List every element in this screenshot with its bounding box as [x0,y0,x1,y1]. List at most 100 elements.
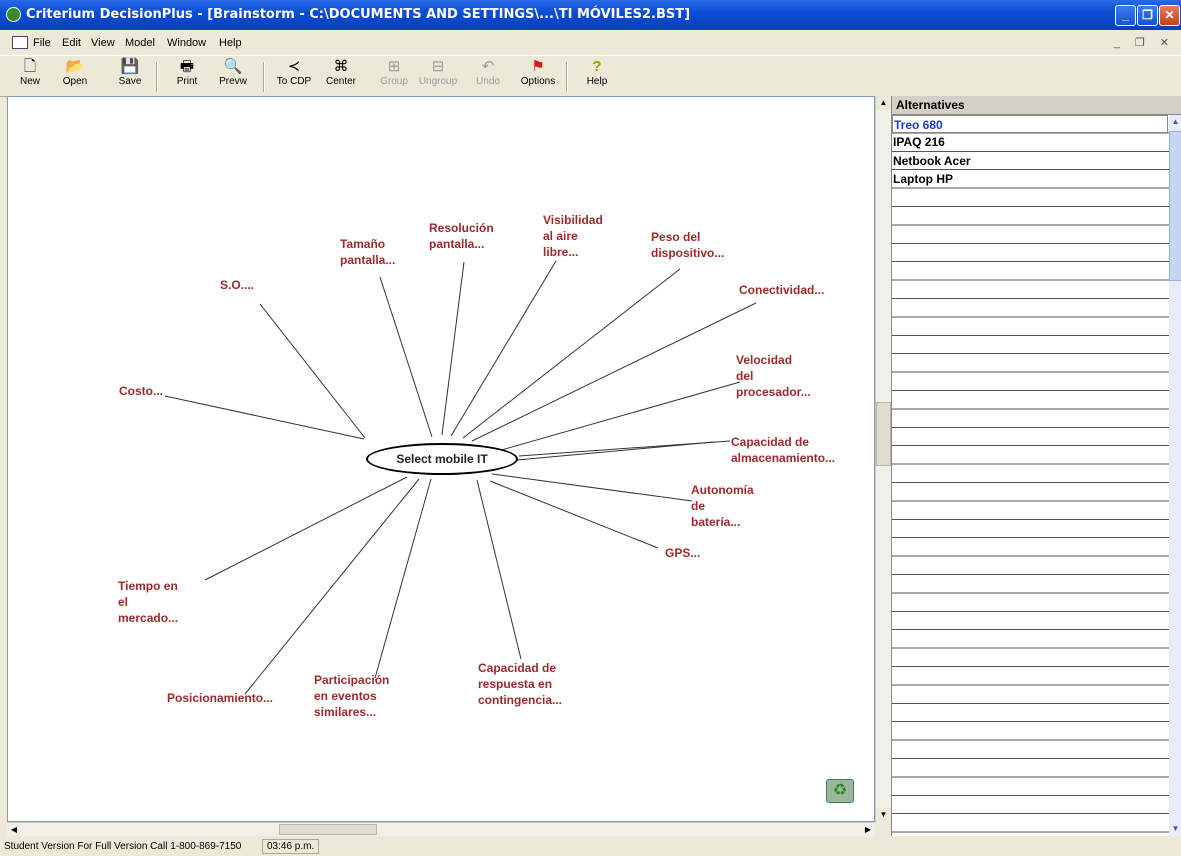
scroll-up-arrow-icon[interactable]: ▲ [1169,115,1181,129]
node-label-line: Capacidad de [478,661,557,675]
group-button[interactable]: ⊞ Group [372,58,416,94]
node-label-line: procesador... [736,385,811,399]
node-label-line: Velocidad [736,353,793,367]
alternative-row[interactable]: Netbook Acer [892,152,1168,170]
node-conectividad[interactable]: Conectividad... [739,282,824,298]
node-tamano-pantalla[interactable]: Tamaño pantalla... [340,236,395,268]
node-label-line: Visibilidad [543,213,603,227]
new-label: New [19,76,40,87]
node-participacion-eventos[interactable]: Participación en eventos similares... [314,672,389,720]
node-costo[interactable]: Costo... [119,383,163,399]
canvas-horizontal-scrollbar[interactable]: ◀ ▶ [7,822,875,836]
node-velocidad-procesador[interactable]: Velocidad del procesador... [736,352,811,400]
node-so[interactable]: S.O.... [220,277,254,293]
menu-edit[interactable]: Edit [62,37,81,49]
canvas-vertical-scrollbar[interactable]: ▲ ▼ [875,96,891,822]
node-label-line: Peso del [651,230,701,244]
app-icon[interactable] [6,7,21,22]
alternatives-scroll-thumb[interactable] [1169,131,1181,281]
toolbar: 🗋 New 📂 Open 💾 Save 🖶 Print 🔍 Prevw ≺ To CDP ⌘… [0,55,1181,97]
save-button[interactable]: 💾 Save [108,58,152,94]
node-visibilidad[interactable]: Visibilidad al aire libre... [543,212,603,260]
scroll-up-arrow-icon[interactable]: ▲ [876,96,891,110]
scroll-down-arrow-icon[interactable]: ▼ [1169,822,1181,836]
menu-bar: File Edit View Model Window Help _ ❐ ✕ [0,33,1181,53]
node-label-line: GPS... [665,546,701,560]
ungroup-label: Ungroup [418,76,458,87]
node-label-line: al aire [543,229,578,243]
alternative-row[interactable]: Treo 680 [892,115,1168,133]
print-button[interactable]: 🖶 Print [165,58,209,94]
new-button[interactable]: 🗋 New [8,58,52,94]
node-capacidad-almacenamiento[interactable]: Capacidad de almacenamiento... [731,434,835,466]
alternatives-scrollbar[interactable]: ▲ ▼ [1169,115,1181,836]
connector-line [374,478,432,679]
vertical-scroll-thumb[interactable] [876,402,891,466]
node-label-line: Autonomía [691,483,754,497]
node-label-line: Resolución [429,221,494,235]
options-button[interactable]: ⚑ Options [516,58,560,94]
to-cdp-button[interactable]: ≺ To CDP [272,58,316,94]
center-goal-node[interactable]: Select mobile IT [366,443,518,475]
help-icon: ? [592,58,602,75]
open-button[interactable]: 📂 Open [53,58,97,94]
center-button[interactable]: ⌘ Center [319,58,363,94]
status-bar: Student Version For Full Version Call 1-… [0,838,1181,856]
menu-view[interactable]: View [91,37,115,49]
minimize-button[interactable]: _ [1115,5,1136,26]
node-label-line: Conectividad... [739,283,825,297]
node-capacidad-respuesta[interactable]: Capacidad de respuesta en contingencia... [478,660,562,708]
node-label-line: Participación [314,673,390,687]
status-time: 03:46 p.m. [262,839,320,854]
document-icon[interactable] [12,36,28,49]
node-peso-dispositivo[interactable]: Peso del dispositivo... [651,229,724,261]
open-label: Open [62,76,88,87]
horizontal-scroll-thumb[interactable] [279,824,377,835]
toolbar-separator [156,62,158,92]
new-document-icon: 🗋 [23,58,37,75]
floppy-disk-icon: 💾 [120,58,140,75]
node-gps[interactable]: GPS... [665,545,700,561]
close-button[interactable]: ✕ [1159,5,1180,26]
brainstorm-canvas[interactable]: S.O.... Tamaño pantalla... Resolución pant… [7,96,875,822]
alternative-row[interactable]: Laptop HP [892,170,1168,188]
maximize-button[interactable]: ❐ [1137,5,1158,26]
node-tiempo-mercado[interactable]: Tiempo en el mercado... [118,578,178,626]
mdi-controls[interactable]: _ ❐ ✕ [1114,36,1175,49]
help-button[interactable]: ? Help [575,58,619,94]
node-label-line: similares... [314,705,377,719]
connector-line [476,479,522,660]
preview-label: Prevw [219,76,247,87]
undo-button[interactable]: ↶ Undo [466,58,510,94]
scroll-right-arrow-icon[interactable]: ▶ [861,823,875,836]
node-label-line: mercado... [118,611,179,625]
scroll-down-arrow-icon[interactable]: ▼ [876,808,891,822]
connector-line [204,476,408,581]
connector-line [441,261,465,436]
menu-help[interactable]: Help [219,37,242,49]
recycle-bin-icon[interactable]: ♻ [826,779,854,803]
connector-line [497,381,741,452]
connector-line [244,478,420,695]
ungroup-button[interactable]: ⊟ Ungroup [416,58,460,94]
center-icon: ⌘ [333,58,349,75]
undo-label: Undo [476,76,500,87]
to-cdp-label: To CDP [276,76,312,87]
menu-window[interactable]: Window [167,37,206,49]
node-label-line: de [691,499,706,513]
node-label-line: S.O.... [220,278,255,292]
node-autonomia-bateria[interactable]: Autonomía de batería... [691,482,754,530]
alternative-row[interactable]: IPAQ 216 [892,133,1168,151]
preview-button[interactable]: 🔍 Prevw [211,58,255,94]
group-label: Group [380,76,408,87]
connector-line [462,268,681,439]
menu-file[interactable]: File [33,37,51,49]
alternatives-grid[interactable]: Treo 680 IPAQ 216 Netbook Acer Laptop HP [892,115,1169,836]
options-icon: ⚑ [531,58,545,75]
menu-model[interactable]: Model [125,37,155,49]
connector-line [489,480,659,549]
node-posicionamiento[interactable]: Posicionamiento... [167,690,273,706]
alternatives-panel: Alternatives Treo 680 IPAQ 216 Netbook A… [891,96,1181,836]
node-resolucion-pantalla[interactable]: Resolución pantalla... [429,220,494,252]
scroll-left-arrow-icon[interactable]: ◀ [7,823,21,836]
